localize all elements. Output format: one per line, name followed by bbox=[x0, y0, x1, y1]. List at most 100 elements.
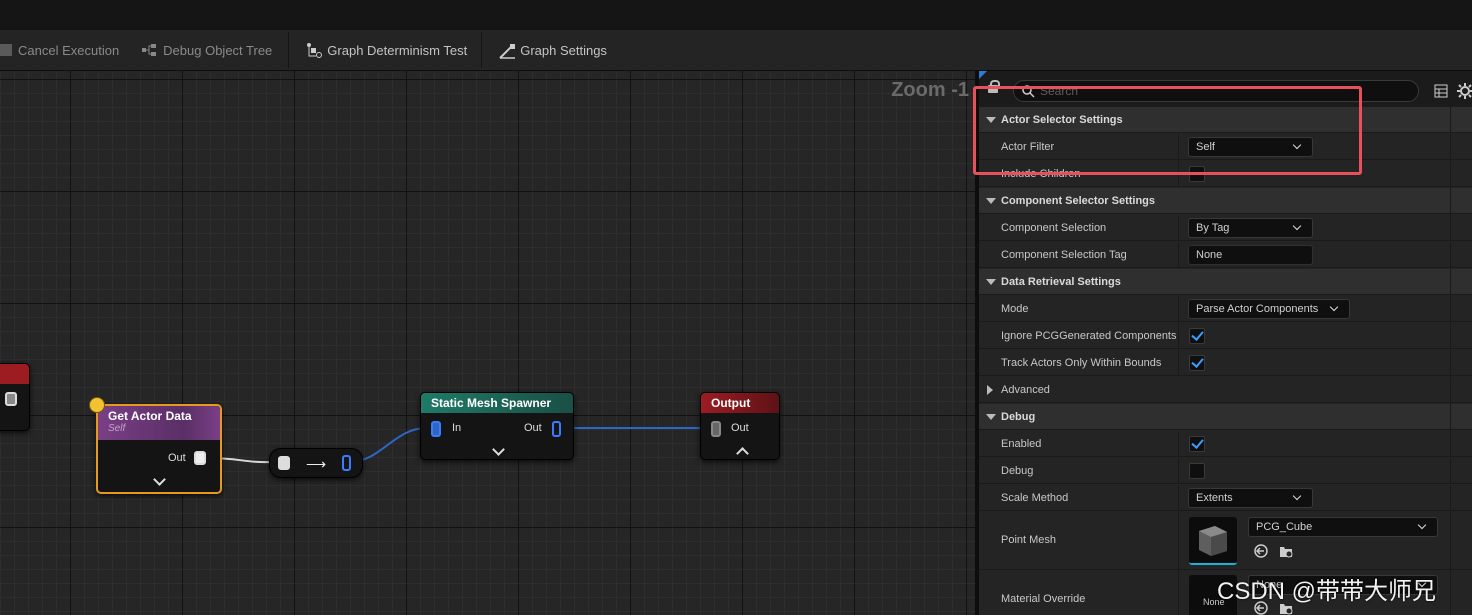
prop-label: Ignore PCGGenerated Components bbox=[1001, 330, 1177, 342]
node-subtitle: Self bbox=[108, 423, 126, 434]
dropdown-value: Extents bbox=[1196, 492, 1233, 504]
component-selection-dropdown[interactable]: By Tag bbox=[1188, 218, 1313, 238]
pin-in-icon[interactable] bbox=[431, 421, 441, 437]
prop-mode: Mode Parse Actor Components bbox=[979, 296, 1472, 322]
ignore-pcg-generated-checkbox[interactable] bbox=[1189, 328, 1205, 344]
column-separator bbox=[1178, 215, 1179, 240]
blue-corner-icon bbox=[979, 71, 987, 79]
convert-node[interactable]: ⟶ bbox=[269, 448, 363, 478]
expand-arrow-icon[interactable] bbox=[987, 385, 993, 395]
partial-node[interactable] bbox=[0, 363, 30, 431]
collapse-chevron-icon[interactable] bbox=[736, 447, 749, 460]
pin-in-label: In bbox=[452, 422, 462, 434]
prop-label: Debug bbox=[1001, 465, 1034, 477]
get-actor-data-node[interactable]: Get Actor Data Self Out bbox=[96, 404, 222, 494]
chevron-down-icon bbox=[1292, 221, 1302, 231]
node-title: Output bbox=[701, 393, 779, 413]
column-separator bbox=[1450, 570, 1451, 615]
column-separator bbox=[1450, 485, 1451, 510]
graph-determinism-test-label: Graph Determinism Test bbox=[327, 42, 468, 58]
column-separator bbox=[1178, 242, 1179, 267]
column-separator bbox=[1450, 188, 1451, 213]
prop-label: Mode bbox=[1001, 303, 1029, 315]
cancel-execution-button[interactable]: Cancel Execution bbox=[0, 30, 133, 70]
column-separator bbox=[1450, 512, 1451, 569]
prop-label: Component Selection bbox=[1001, 222, 1107, 234]
debug-object-tree-button[interactable]: Debug Object Tree bbox=[133, 30, 288, 70]
prop-point-mesh: Point Mesh PCG_Cube bbox=[979, 512, 1472, 570]
column-separator bbox=[1450, 242, 1451, 267]
component-selection-tag-input[interactable]: None bbox=[1188, 245, 1313, 265]
section-component-selector-settings[interactable]: Component Selector Settings bbox=[979, 188, 1472, 214]
expand-chevron-icon[interactable] bbox=[492, 443, 505, 456]
use-selected-icon[interactable] bbox=[1253, 543, 1269, 559]
title-bar bbox=[0, 0, 1472, 30]
collapse-arrow-icon[interactable] bbox=[986, 198, 996, 204]
column-separator bbox=[1178, 512, 1179, 569]
pin-in-icon[interactable] bbox=[711, 421, 721, 437]
section-title: Component Selector Settings bbox=[1001, 195, 1156, 207]
collapse-arrow-icon[interactable] bbox=[986, 414, 996, 420]
prop-debug: Debug bbox=[979, 458, 1472, 484]
prop-label: Enabled bbox=[1001, 438, 1042, 450]
prop-component-selection-tag: Component Selection Tag None bbox=[979, 242, 1472, 268]
prop-component-selection: Component Selection By Tag bbox=[979, 215, 1472, 241]
section-data-retrieval-settings[interactable]: Data Retrieval Settings bbox=[979, 269, 1472, 295]
graph-canvas[interactable]: Zoom -1 Get Actor Data Self Out ⟶ Static… bbox=[0, 71, 975, 615]
prop-label: Point Mesh bbox=[1001, 534, 1057, 546]
point-mesh-asset-picker[interactable]: PCG_Cube bbox=[1248, 517, 1438, 537]
section-debug[interactable]: Debug bbox=[979, 404, 1472, 430]
prop-label: Component Selection Tag bbox=[1001, 249, 1127, 261]
pin-out-icon[interactable] bbox=[552, 421, 561, 437]
column-separator bbox=[1178, 431, 1179, 456]
prop-ignore-pcg-generated: Ignore PCGGenerated Components bbox=[979, 323, 1472, 349]
pin-out-label: Out bbox=[524, 422, 542, 434]
annotation-highlight-box bbox=[973, 86, 1362, 175]
graph-toolbar: Cancel Execution Debug Object Tree Graph… bbox=[0, 30, 1472, 71]
prop-label: Material Override bbox=[1001, 593, 1086, 605]
determinism-test-icon bbox=[305, 42, 323, 58]
dropdown-value: PCG_Cube bbox=[1256, 521, 1313, 533]
scale-method-dropdown[interactable]: Extents bbox=[1188, 488, 1313, 508]
prop-scale-method: Scale Method Extents bbox=[979, 485, 1472, 511]
partial-node-header bbox=[0, 364, 29, 384]
table-view-icon[interactable] bbox=[1434, 84, 1448, 98]
cube-icon bbox=[1199, 526, 1227, 556]
pin-out-icon[interactable] bbox=[5, 392, 17, 406]
column-separator bbox=[1450, 323, 1451, 348]
pin-out-icon[interactable] bbox=[342, 455, 351, 471]
settings-gear-icon[interactable] bbox=[1457, 83, 1472, 99]
collapse-arrow-icon[interactable] bbox=[986, 279, 996, 285]
expand-chevron-icon[interactable] bbox=[153, 473, 166, 486]
static-mesh-spawner-node[interactable]: Static Mesh Spawner In Out bbox=[420, 392, 574, 460]
dropdown-value: Parse Actor Components bbox=[1196, 303, 1319, 315]
column-separator bbox=[1178, 570, 1179, 615]
arrow-right-icon: ⟶ bbox=[306, 456, 327, 472]
column-separator bbox=[1450, 404, 1451, 429]
prop-label: Scale Method bbox=[1001, 492, 1069, 504]
browse-folder-icon[interactable] bbox=[1278, 543, 1294, 559]
column-separator bbox=[1178, 323, 1179, 348]
tree-icon bbox=[141, 42, 157, 58]
pin-out-label: Out bbox=[168, 452, 186, 464]
pin-out-icon[interactable] bbox=[194, 451, 206, 465]
pin-in-icon[interactable] bbox=[278, 456, 290, 470]
get-actor-data-header: Get Actor Data Self bbox=[98, 406, 220, 440]
section-advanced[interactable]: Advanced bbox=[979, 377, 1472, 403]
dropdown-value: By Tag bbox=[1196, 222, 1230, 234]
mode-dropdown[interactable]: Parse Actor Components bbox=[1188, 299, 1350, 319]
graph-settings-button[interactable]: Graph Settings bbox=[482, 30, 621, 70]
debug-object-tree-label: Debug Object Tree bbox=[163, 42, 273, 58]
column-separator bbox=[1450, 458, 1451, 483]
debug-checkbox[interactable] bbox=[1189, 463, 1205, 479]
prop-track-actors-within-bounds: Track Actors Only Within Bounds bbox=[979, 350, 1472, 376]
column-separator bbox=[1178, 350, 1179, 375]
node-title: Get Actor Data bbox=[108, 409, 192, 423]
output-node[interactable]: Output Out bbox=[700, 392, 780, 460]
graph-settings-label: Graph Settings bbox=[520, 42, 607, 58]
graph-determinism-test-button[interactable]: Graph Determinism Test bbox=[289, 30, 481, 70]
graph-wires bbox=[207, 427, 712, 464]
track-actors-within-bounds-checkbox[interactable] bbox=[1189, 355, 1205, 371]
enabled-checkbox[interactable] bbox=[1189, 436, 1205, 452]
mesh-thumbnail[interactable] bbox=[1189, 517, 1237, 565]
